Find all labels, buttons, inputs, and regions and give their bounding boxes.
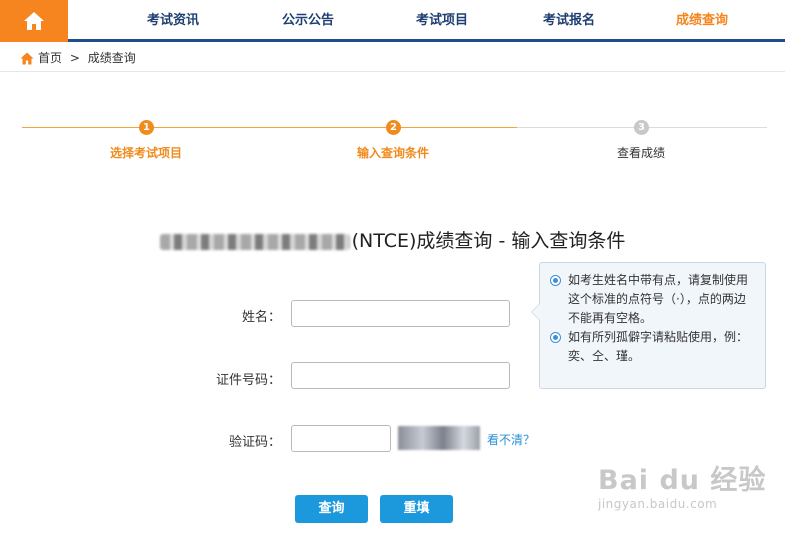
tip-text: 如有所列孤僻字请粘贴使用，例：奕、仝、瑾。 <box>568 330 749 363</box>
name-label: 姓名： <box>241 310 281 325</box>
page-title: (NTCE)成绩查询 - 输入查询条件 <box>0 226 785 253</box>
radio-bullet-icon <box>550 275 561 286</box>
nav-item-news[interactable]: 考试资讯 <box>118 0 228 42</box>
input-tip-box: 如考生姓名中带有点，请复制使用这个标准的点符号（·），点的两边不能再有空格。 如… <box>531 262 766 389</box>
home-icon <box>20 52 34 65</box>
breadcrumb-separator: > <box>69 51 80 65</box>
step-2-dot: 2 <box>386 120 401 135</box>
progress-steps: 1 选择考试项目 2 输入查询条件 3 查看成绩 <box>22 118 767 168</box>
step-line-done <box>22 127 517 128</box>
nav-item-registration[interactable]: 考试报名 <box>514 0 624 42</box>
step-3-label: 查看成绩 <box>616 146 665 160</box>
step-1-label: 选择考试项目 <box>109 146 182 160</box>
nav-item-score-query[interactable]: 成绩查询 <box>647 0 757 42</box>
watermark-url: jingyan.baidu.com <box>598 497 718 511</box>
home-button[interactable] <box>0 0 68 42</box>
tip-item: 如考生姓名中带有点，请复制使用这个标准的点符号（·），点的两边不能再有空格。 <box>550 271 755 328</box>
blurred-exam-name <box>159 233 350 250</box>
step-1-dot: 1 <box>139 120 154 135</box>
tip-text: 如考生姓名中带有点，请复制使用这个标准的点符号（·），点的两边不能再有空格。 <box>568 273 749 325</box>
tip-item: 如有所列孤僻字请粘贴使用，例：奕、仝、瑾。 <box>550 328 755 366</box>
breadcrumb-home[interactable]: 首页 <box>20 45 62 72</box>
captcha-refresh-link[interactable]: 看不清？ <box>487 431 535 448</box>
nav-item-announcements[interactable]: 公示公告 <box>253 0 363 42</box>
baidu-watermark: Bai du 经验 jingyan.baidu.com <box>598 458 778 528</box>
captcha-input[interactable] <box>291 425 391 452</box>
breadcrumb: 首页 > 成绩查询 <box>0 45 785 72</box>
nav-item-exam-projects[interactable]: 考试项目 <box>387 0 497 42</box>
captcha-label: 验证码： <box>228 435 281 450</box>
step-3-dot: 3 <box>634 120 649 135</box>
id-number-label: 证件号码： <box>215 373 281 388</box>
breadcrumb-home-link[interactable]: 首页 <box>38 45 62 72</box>
page-title-text: (NTCE)成绩查询 - 输入查询条件 <box>351 230 626 252</box>
radio-bullet-icon <box>550 332 561 343</box>
id-number-input[interactable] <box>291 362 510 389</box>
home-icon <box>24 12 44 30</box>
step-2-label: 输入查询条件 <box>356 146 429 160</box>
breadcrumb-current: 成绩查询 <box>87 51 136 65</box>
captcha-image[interactable] <box>398 426 480 450</box>
tip-arrow <box>531 303 540 321</box>
watermark-logo: Bai du 经验 <box>598 465 767 496</box>
reset-button[interactable]: 重填 <box>380 495 453 523</box>
top-nav: 考试资讯 公示公告 考试项目 考试报名 成绩查询 <box>0 0 785 42</box>
query-button[interactable]: 查询 <box>295 495 368 523</box>
name-input[interactable] <box>291 300 510 327</box>
